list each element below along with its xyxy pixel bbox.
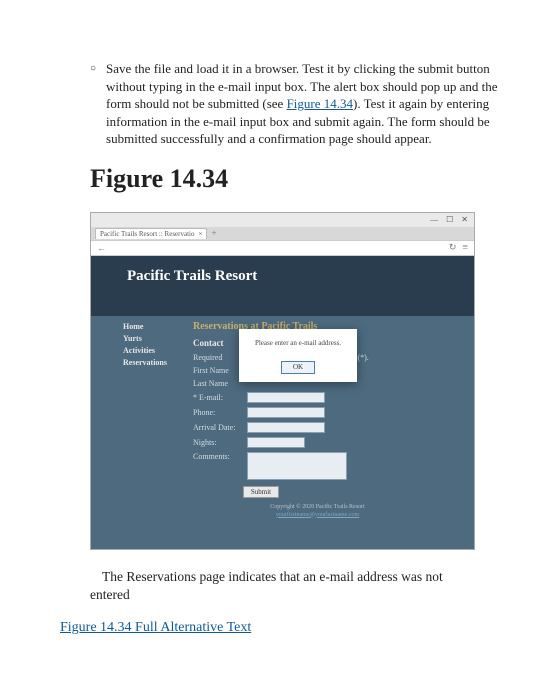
label-phone: Phone: — [193, 408, 241, 417]
body-paragraph: Save the file and load it in a browser. … — [106, 60, 505, 148]
nav-yurts[interactable]: Yurts — [123, 333, 179, 345]
submit-button[interactable]: Submit — [243, 486, 279, 498]
minimize-icon[interactable]: — — [430, 215, 438, 224]
figure-screenshot: — ☐ ✕ Pacific Trails Resort :: Reservati… — [90, 212, 475, 550]
label-email: * E-mail: — [193, 393, 241, 402]
required-label-left: Required — [193, 353, 241, 362]
copyright-text: Copyright © 2020 Pacific Trails Resort — [270, 504, 364, 510]
label-arrival: Arrival Date: — [193, 423, 241, 432]
email-field[interactable] — [247, 392, 325, 403]
close-icon[interactable]: ✕ — [461, 215, 468, 224]
page-content: Pacific Trails Resort Home Yurts Activit… — [91, 256, 474, 549]
full-alt-text-link[interactable]: Figure 14.34 Full Alternative Text — [60, 620, 505, 636]
nav-activities[interactable]: Activities — [123, 345, 179, 357]
figure-link[interactable]: Figure 14.34 — [287, 96, 353, 111]
bullet-marker: ○ — [90, 60, 96, 148]
label-comments: Comments: — [193, 452, 241, 461]
list-item: ○ Save the file and load it in a browser… — [90, 60, 505, 148]
figure-heading: Figure 14.34 — [90, 164, 505, 194]
nav-home[interactable]: Home — [123, 321, 179, 333]
label-first-name: First Name — [193, 366, 241, 375]
alert-ok-button[interactable]: OK — [281, 361, 315, 374]
tab-bar: Pacific Trails Resort :: Reservatio × + — [91, 227, 474, 240]
nav-reservations[interactable]: Reservations — [123, 357, 179, 369]
maximize-icon[interactable]: ☐ — [446, 215, 453, 224]
reload-icon[interactable]: ↻ — [449, 242, 457, 253]
label-last-name: Last Name — [193, 379, 241, 388]
address-bar: ← ↻ ≡ — [91, 240, 474, 256]
tab-close-icon[interactable]: × — [199, 230, 203, 238]
window-controls: — ☐ ✕ — [91, 213, 474, 227]
back-icon[interactable]: ← — [97, 243, 106, 253]
alert-message: Please enter an e-mail address. — [247, 339, 349, 347]
site-title: Pacific Trails Resort — [123, 256, 442, 293]
tab-label: Pacific Trails Resort :: Reservatio — [100, 230, 195, 238]
label-nights: Nights: — [193, 438, 241, 447]
alert-dialog: Please enter an e-mail address. OK — [239, 329, 357, 382]
phone-field[interactable] — [247, 407, 325, 418]
comments-field[interactable] — [247, 452, 347, 480]
browser-tab[interactable]: Pacific Trails Resort :: Reservatio × — [95, 228, 207, 239]
nav-sidebar: Home Yurts Activities Reservations — [123, 321, 179, 520]
menu-icon[interactable]: ≡ — [462, 242, 468, 253]
nights-field[interactable] — [247, 437, 305, 448]
figure-caption: The Reservations page indicates that an … — [90, 568, 470, 604]
copyright-email-link[interactable]: yourfirstname@yourlastname.com — [276, 512, 359, 518]
new-tab-icon[interactable]: + — [211, 228, 216, 238]
footer-copyright: Copyright © 2020 Pacific Trails Resort y… — [193, 504, 442, 520]
arrival-field[interactable] — [247, 422, 325, 433]
